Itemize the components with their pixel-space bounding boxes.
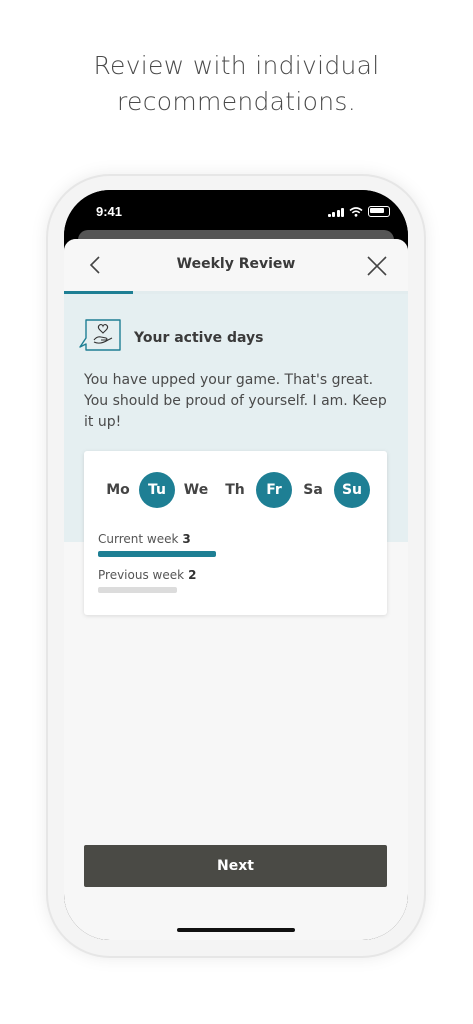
previous-week-bar (98, 587, 177, 593)
weekly-review-sheet: Weekly Review Your active days You have … (64, 239, 408, 940)
weekday-row: Mo Tu We Th Fr Sa Su (100, 472, 370, 508)
day-su: Su (334, 472, 370, 508)
section-title: Your active days (134, 330, 264, 346)
next-button[interactable]: Next (84, 845, 387, 887)
day-mo: Mo (106, 482, 130, 498)
current-week-label: Current week 3 (98, 532, 191, 546)
day-fr: Fr (256, 472, 292, 508)
day-th: Th (225, 482, 245, 498)
home-indicator[interactable] (177, 928, 295, 932)
current-week-text: Current week (98, 532, 179, 546)
status-time: 9:41 (96, 204, 123, 219)
day-we: We (183, 482, 209, 498)
close-icon[interactable] (366, 255, 388, 277)
page-title: Weekly Review (176, 256, 296, 272)
cellular-signal-icon (327, 207, 344, 217)
previous-week-count: 2 (188, 568, 197, 582)
active-days-card: Mo Tu We Th Fr Sa Su Current week 3 Previous we… (84, 451, 387, 615)
previous-week-text: Previous week (98, 568, 185, 582)
headline: Review with individual recommendations. (0, 48, 473, 120)
heart-hand-chat-icon (79, 319, 121, 351)
wifi-icon (349, 206, 363, 217)
current-week-bar (98, 551, 216, 557)
headline-line-1: Review with individual (93, 51, 380, 80)
phone-screen: 9:41 Weekly Review Your active days You … (64, 190, 408, 940)
notch (165, 190, 307, 222)
status-icons (327, 206, 390, 217)
day-sa: Sa (303, 482, 323, 498)
encouragement-message: You have upped your game. That's great. … (84, 372, 387, 430)
current-week-count: 3 (182, 532, 191, 546)
battery-icon (368, 206, 390, 217)
phone-frame: 9:41 Weekly Review Your active days You … (48, 176, 424, 956)
nav-bar: Weekly Review (64, 239, 408, 291)
day-tu: Tu (139, 472, 175, 508)
headline-line-2: recommendations. (117, 87, 356, 116)
previous-week-label: Previous week 2 (98, 568, 196, 582)
